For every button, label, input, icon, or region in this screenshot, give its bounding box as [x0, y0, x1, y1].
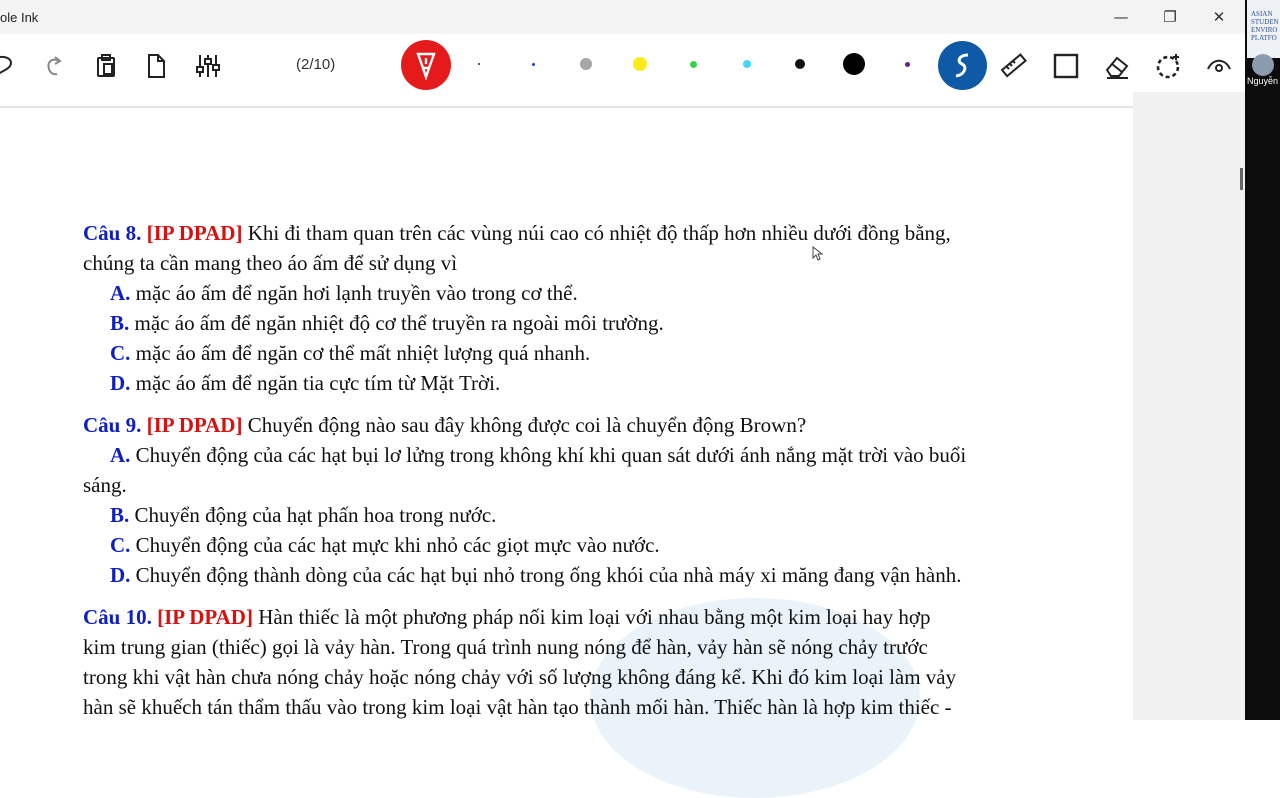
- option-d: D. mặc áo ấm để ngăn tia cực tím từ Mặt …: [83, 368, 1043, 398]
- close-button[interactable]: ✕: [1204, 6, 1234, 28]
- highlighter-button[interactable]: [401, 40, 451, 90]
- participant-video: ASIAN STUDEN ENVIRO PLATFO: [1247, 0, 1280, 58]
- stylus-button[interactable]: [938, 41, 987, 90]
- question-stem: Câu 9. [IP DPAD] Chuyển động nào sau đây…: [83, 410, 1043, 440]
- redo-icon[interactable]: [36, 48, 72, 84]
- pen-color-swatch[interactable]: [743, 60, 751, 68]
- question-text-line: trong khi vật hàn chưa nóng chảy hoặc nó…: [83, 665, 957, 689]
- participant-name: Nguyễn: [1247, 76, 1279, 86]
- option-text: mặc áo ấm để ngăn tia cực tím từ Mặt Trờ…: [130, 371, 501, 395]
- lasso-icon[interactable]: [0, 48, 22, 84]
- option-text: Chuyển động của hạt phấn hoa trong nước.: [129, 503, 497, 527]
- pen-color-swatch[interactable]: [689, 60, 697, 68]
- option-a: A. mặc áo ấm để ngăn hơi lạnh truyền vào…: [83, 278, 1043, 308]
- mouse-cursor-icon: [812, 246, 824, 261]
- question-text: Chuyển động nào sau đây không được coi l…: [242, 413, 807, 437]
- question-text-line: hàn sẽ khuếch tán thẩm thấu vào trong ki…: [83, 695, 952, 719]
- lasso-select-icon[interactable]: [1150, 48, 1186, 84]
- option-letter: D.: [110, 371, 131, 395]
- option-a: A. Chuyển động của các hạt bụi lơ lửng t…: [83, 440, 1043, 470]
- option-letter: A.: [110, 443, 131, 467]
- option-letter: C.: [110, 533, 131, 557]
- document-content: Câu 8. [IP DPAD] Khi đi tham quan trên c…: [83, 218, 1043, 722]
- paste-icon[interactable]: [88, 48, 124, 84]
- question-10: Câu 10. [IP DPAD] Hàn thiếc là một phươn…: [83, 602, 1043, 722]
- page-counter: (2/10): [296, 56, 336, 73]
- ruler-icon[interactable]: [995, 48, 1031, 84]
- option-text: Chuyển động thành dòng của các hạt bụi n…: [130, 563, 962, 587]
- option-b: B. mặc áo ấm để ngăn nhiệt độ cơ thể tru…: [83, 308, 1043, 338]
- platform-logo: ASIAN STUDEN ENVIRO PLATFO: [1251, 10, 1279, 42]
- option-letter: B.: [110, 503, 130, 527]
- view-icon[interactable]: [1201, 48, 1237, 84]
- question-text: Hàn thiếc là một phương pháp nối kim loạ…: [252, 605, 931, 629]
- pen-color-swatch[interactable]: [531, 62, 535, 66]
- question-label: Câu 10.: [83, 605, 152, 629]
- ink-toolbar: (2/10): [0, 34, 1245, 108]
- ink-pen-icon: [955, 53, 968, 77]
- app-title: ole Ink: [0, 10, 39, 25]
- option-text: Chuyển động của các hạt bụi lơ lửng tron…: [130, 443, 967, 467]
- page-gutter: [1133, 92, 1245, 720]
- video-panel: [1245, 0, 1280, 720]
- question-stem: Câu 8. [IP DPAD] Khi đi tham quan trên c…: [83, 218, 1043, 248]
- question-tag: [IP DPAD]: [146, 221, 243, 245]
- pen-color-swatch[interactable]: [633, 57, 647, 71]
- pen-color-swatch[interactable]: [904, 61, 910, 67]
- question-label: Câu 8.: [83, 221, 142, 245]
- option-text: mặc áo ấm để ngăn cơ thể mất nhiệt lượng…: [130, 341, 591, 365]
- adjust-icon[interactable]: [190, 48, 226, 84]
- eraser-icon[interactable]: [1099, 48, 1135, 84]
- new-page-icon[interactable]: [138, 48, 174, 84]
- question-stem: Câu 10. [IP DPAD] Hàn thiếc là một phươn…: [83, 602, 1043, 632]
- vertical-scrollbar[interactable]: [1240, 168, 1243, 190]
- pen-color-swatch[interactable]: [580, 58, 592, 70]
- option-text: mặc áo ấm để ngăn hơi lạnh truyền vào tr…: [130, 281, 578, 305]
- pen-color-swatch[interactable]: [478, 63, 480, 65]
- option-c: C. mặc áo ấm để ngăn cơ thể mất nhiệt lư…: [83, 338, 1043, 368]
- option-text: mặc áo ấm để ngăn nhiệt độ cơ thể truyền…: [129, 311, 664, 335]
- pen-color-swatch[interactable]: [843, 53, 865, 75]
- avatar: [1252, 54, 1274, 76]
- question-text-line: chúng ta cần mang theo áo ấm để sử dụng …: [83, 251, 458, 275]
- option-wrap-text: sáng.: [83, 473, 127, 497]
- question-9: Câu 9. [IP DPAD] Chuyển động nào sau đây…: [83, 410, 1043, 590]
- question-text-line: kim trung gian (thiếc) gọi là vảy hàn. T…: [83, 635, 928, 659]
- question-text: Khi đi tham quan trên các vùng núi cao c…: [242, 221, 951, 245]
- option-d: D. Chuyển động thành dòng của các hạt bụ…: [83, 560, 1043, 590]
- option-letter: D.: [110, 563, 131, 587]
- rectangle-icon[interactable]: [1048, 48, 1084, 84]
- option-b: B. Chuyển động của hạt phấn hoa trong nư…: [83, 500, 1043, 530]
- pen-color-swatch[interactable]: [795, 59, 805, 69]
- option-text: Chuyển động của các hạt mực khi nhỏ các …: [130, 533, 660, 557]
- question-8: Câu 8. [IP DPAD] Khi đi tham quan trên c…: [83, 218, 1043, 398]
- option-letter: A.: [110, 281, 131, 305]
- minimize-button[interactable]: —: [1106, 6, 1136, 28]
- option-letter: B.: [110, 311, 130, 335]
- highlighter-icon: [416, 52, 436, 80]
- option-c: C. Chuyển động của các hạt mực khi nhỏ c…: [83, 530, 1043, 560]
- question-tag: [IP DPAD]: [146, 413, 243, 437]
- question-label: Câu 9.: [83, 413, 142, 437]
- maximize-button[interactable]: ❐: [1155, 6, 1185, 28]
- option-letter: C.: [110, 341, 131, 365]
- question-tag: [IP DPAD]: [157, 605, 253, 629]
- title-bar: ole Ink — ❐ ✕: [0, 0, 1245, 34]
